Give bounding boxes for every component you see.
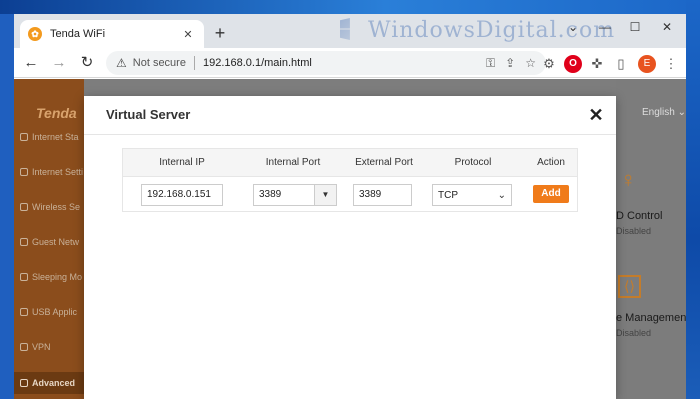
dropdown-arrow-icon[interactable]: ▼ [314,185,336,205]
warning-icon[interactable]: ⚠ [116,56,127,70]
internal-port-value: 3389 [259,189,282,200]
sidebar-item-label: Internet Setti [32,167,84,177]
virtual-server-dialog: Virtual Server ✕ Internal IP Internal Po… [84,96,616,399]
sidebar-item-label: VPN [32,342,51,352]
language-label: English [642,107,675,118]
minimize-button[interactable]: — [592,20,618,40]
sidebar-item-label: USB Applic [32,307,78,317]
opera-extension-icon[interactable]: O [564,55,582,73]
share-icon[interactable]: ⇪ [505,56,515,70]
omnibox-divider [193,56,195,70]
back-button[interactable]: ← [20,52,42,74]
router-page: Tenda Internet Sta Internet Setti Wirele… [14,79,686,399]
add-button[interactable]: Add [533,185,569,203]
card-status: Disabled [616,226,652,236]
dialog-divider [84,134,616,135]
moon-icon [20,273,28,281]
guest-icon [20,238,28,246]
router-content-right [616,79,686,399]
windows-logo-icon [340,18,350,40]
advanced-icon [20,379,28,387]
monitor-code-icon: ⟨⟩ [618,275,641,298]
sidebar-item-label: Wireless Se [32,202,81,212]
side-panel-icon[interactable]: ▯ [612,55,630,73]
virtual-server-table: Internal IP Internal Port External Port … [122,148,578,212]
tab-close-icon[interactable]: ✕ [180,28,196,41]
forward-button[interactable]: → [48,52,70,74]
sidebar-item-guest-network[interactable]: Guest Netw [20,234,79,250]
sidebar-item-label: Sleeping Mo [32,272,83,282]
table-header: Internal IP Internal Port External Port … [123,149,577,177]
card-status: Disabled [616,328,652,338]
card-title[interactable]: D Control [616,210,662,222]
sidebar-item-internet-status[interactable]: Internet Sta [20,129,79,145]
tab-title: Tenda WiFi [50,28,106,40]
gear-icon[interactable]: ⚙ [540,55,558,73]
protocol-select[interactable]: TCP ⌄ [432,184,512,206]
sidebar-item-internet-settings[interactable]: Internet Setti [20,164,83,180]
sidebar-item-wireless[interactable]: Wireless Se [20,199,80,215]
usb-icon [20,308,28,316]
language-select[interactable]: English ⌄ [642,107,686,118]
address-bar[interactable]: ⚠ Not secure 192.168.0.1/main.html ⚿ ⇪ ☆ [106,51,546,75]
sidebar-item-label: Guest Netw [32,237,80,247]
chevron-down-icon: ⌄ [497,189,506,201]
security-label[interactable]: Not secure [133,57,186,69]
close-icon[interactable]: ✕ [587,106,605,124]
wifi-icon [20,203,28,211]
profile-avatar[interactable]: E [638,55,656,73]
vpn-icon [20,343,28,351]
new-tab-button[interactable]: + [210,24,230,44]
browser-toolbar: ← → ↻ ⚠ Not secure 192.168.0.1/main.html… [14,48,686,78]
close-window-button[interactable]: ✕ [654,20,680,40]
kebab-menu-icon[interactable]: ⋮ [662,55,680,73]
sidebar-item-sleeping-mode[interactable]: Sleeping Mo [20,269,82,285]
tab-search-icon[interactable]: ⌄ [560,20,586,40]
browser-tab[interactable]: ✿ Tenda WiFi ✕ [20,20,204,48]
tenda-logo: Tenda [36,105,77,121]
browser-window: ✿ Tenda WiFi ✕ + WindowsDigital.com ⌄ — … [14,14,686,399]
external-port-input[interactable]: 3389 [353,184,412,206]
puzzle-extensions-icon[interactable]: ✜ [588,55,606,73]
dialog-title: Virtual Server [106,107,191,122]
internal-ip-input[interactable]: 192.168.0.151 [141,184,223,206]
star-icon[interactable]: ☆ [525,56,536,70]
internal-port-select[interactable]: 3389 ▼ [253,184,337,206]
column-header-internal-port: Internal Port [265,157,321,168]
router-sidebar: Tenda Internet Sta Internet Setti Wirele… [14,79,84,399]
protocol-value: TCP [438,189,458,201]
maximize-button[interactable]: ☐ [622,20,648,40]
tenda-favicon-icon: ✿ [28,27,42,41]
column-header-action: Action [537,157,565,168]
tab-bar: ✿ Tenda WiFi ✕ + WindowsDigital.com ⌄ — … [14,14,686,48]
sidebar-item-vpn[interactable]: VPN [20,339,51,355]
reload-button[interactable]: ↻ [76,52,98,74]
desktop-wallpaper-right [686,0,700,399]
column-header-external-port: External Port [355,157,413,168]
lightbulb-icon: ♀ [620,167,637,192]
globe-icon [20,133,28,141]
sidebar-item-usb-application[interactable]: USB Applic [20,304,77,320]
url-text[interactable]: 192.168.0.1/main.html [203,57,476,69]
sidebar-item-label: Internet Sta [32,132,79,142]
column-header-protocol: Protocol [454,157,492,168]
column-header-internal-ip: Internal IP [159,157,205,168]
sidebar-item-advanced[interactable]: Advanced [14,372,84,394]
card-title[interactable]: e Management [616,312,686,324]
network-icon [20,168,28,176]
key-icon[interactable]: ⚿ [486,56,495,71]
desktop-wallpaper-top [0,0,700,14]
sidebar-item-label: Advanced [32,378,76,388]
